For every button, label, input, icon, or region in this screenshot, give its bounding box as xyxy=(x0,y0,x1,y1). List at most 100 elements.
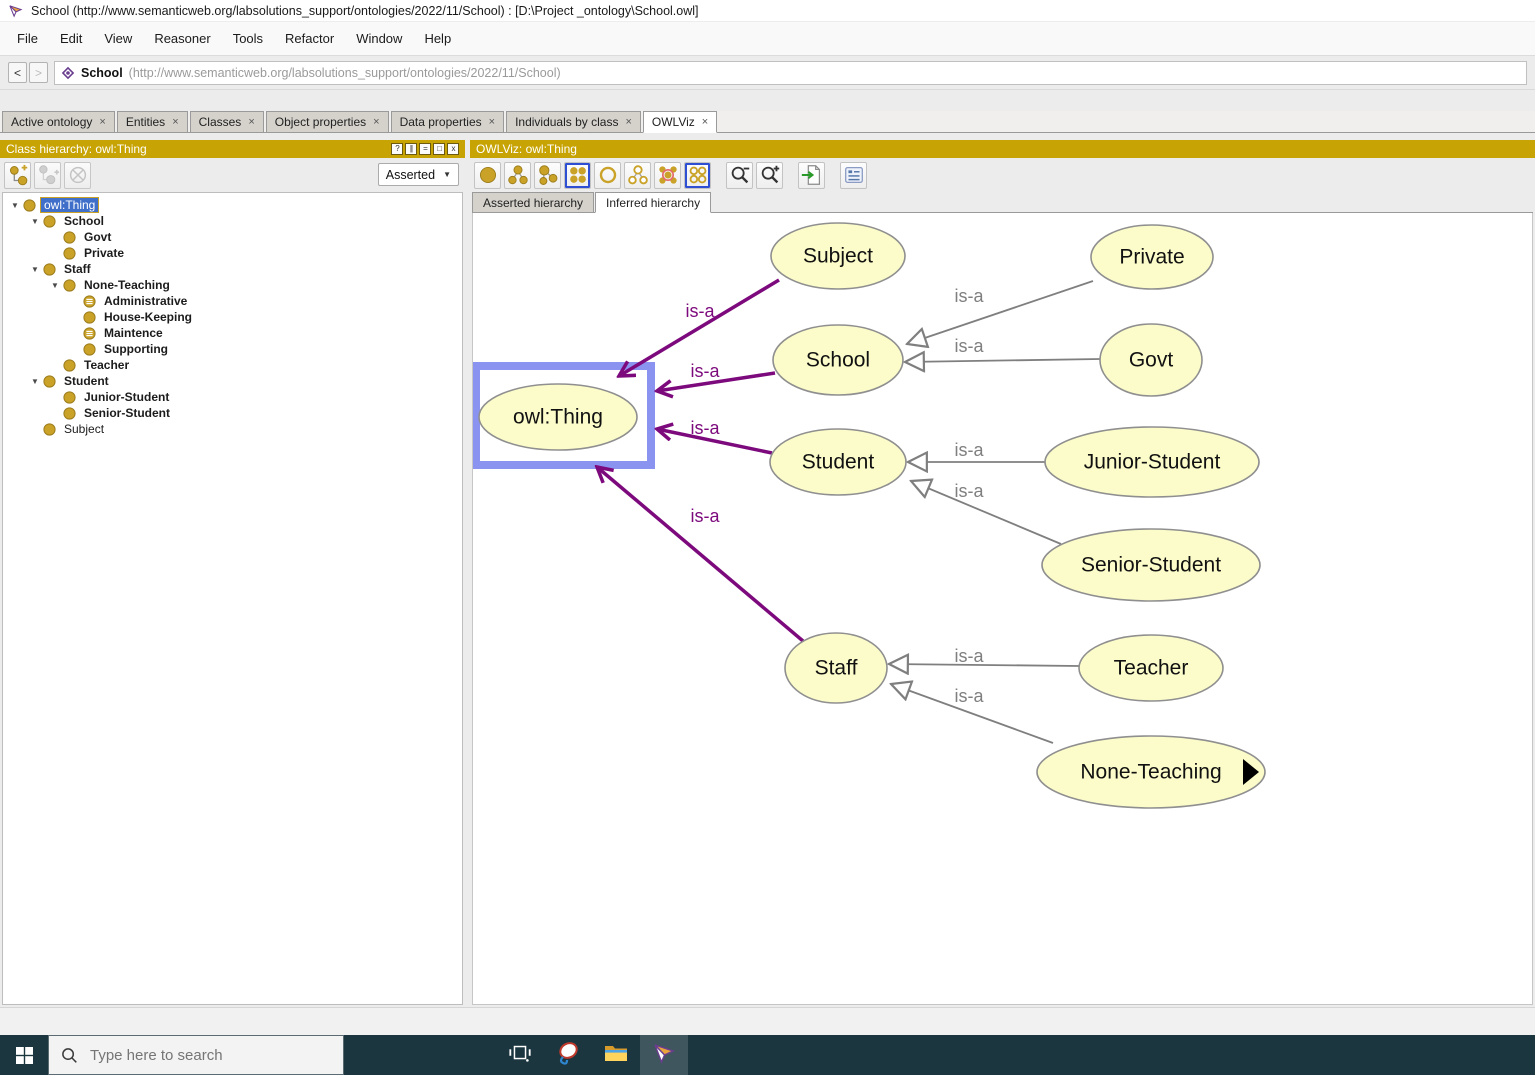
tree-item-maintence[interactable]: Maintence xyxy=(3,325,462,341)
file-explorer-button[interactable] xyxy=(592,1035,640,1075)
delete-class-button[interactable] xyxy=(64,161,91,189)
hide-class-descendants-button[interactable] xyxy=(654,161,681,189)
tree-item-junior-student[interactable]: Junior-Student xyxy=(3,389,462,405)
add-sibling-icon xyxy=(36,163,60,187)
tab-close-icon[interactable]: × xyxy=(702,117,708,128)
graph-node-govt[interactable]: Govt xyxy=(1099,323,1203,397)
menu-tools[interactable]: Tools xyxy=(222,31,274,46)
isa-edge xyxy=(911,481,1062,545)
ontology-address-field[interactable]: School (http://www.semanticweb.org/labso… xyxy=(54,60,1527,85)
expand-arrow-icon[interactable]: ▼ xyxy=(9,201,21,210)
panel-float-icon[interactable]: □ xyxy=(433,143,445,155)
tree-item-administrative[interactable]: Administrative xyxy=(3,293,462,309)
expand-arrow-icon[interactable]: ▼ xyxy=(29,265,41,274)
tab-close-icon[interactable]: × xyxy=(248,117,254,128)
taskbar-search-box[interactable] xyxy=(48,1035,344,1075)
tab-close-icon[interactable]: × xyxy=(489,117,495,128)
search-input[interactable] xyxy=(88,1045,331,1065)
tree-item-private[interactable]: Private xyxy=(3,245,462,261)
export-icon xyxy=(800,163,824,187)
tab-classes[interactable]: Classes × xyxy=(189,111,264,132)
show-subclasses-button[interactable] xyxy=(504,161,531,189)
edge-label: is-a xyxy=(954,686,984,706)
zoom-out-button[interactable] xyxy=(726,161,753,189)
add-subclass-button[interactable] xyxy=(4,161,31,189)
edge-label: is-a xyxy=(954,481,984,501)
subtab-asserted-hierarchy[interactable]: Asserted hierarchy xyxy=(472,192,595,212)
options-button[interactable] xyxy=(840,161,867,189)
expand-arrow-icon[interactable]: ▼ xyxy=(29,377,41,386)
graph-node-senior-student[interactable]: Senior-Student xyxy=(1041,528,1261,602)
forward-button[interactable]: > xyxy=(29,62,48,83)
show-all-classes-button[interactable] xyxy=(564,161,591,189)
hierarchy-view-dropdown[interactable]: Asserted ▼ xyxy=(377,163,459,186)
graph-node-school[interactable]: School xyxy=(772,324,904,396)
expand-arrow-icon[interactable]: ▼ xyxy=(29,217,41,226)
hide-all-classes-button[interactable] xyxy=(684,161,711,189)
graph-node-none-teaching[interactable]: None-Teaching xyxy=(1036,735,1266,809)
show-class-button[interactable] xyxy=(474,161,501,189)
tab-label: Individuals by class xyxy=(515,115,619,129)
graph-node-junior-student[interactable]: Junior-Student xyxy=(1044,426,1260,498)
task-view-button[interactable] xyxy=(496,1035,544,1075)
tree-item-school[interactable]: ▼ School xyxy=(3,213,462,229)
graph-node-student[interactable]: Student xyxy=(769,428,907,496)
panel-split-horizontally-icon[interactable]: = xyxy=(419,143,431,155)
tab-active-ontology[interactable]: Active ontology × xyxy=(2,111,115,132)
tab-close-icon[interactable]: × xyxy=(625,117,631,128)
graph-node-staff[interactable]: Staff xyxy=(784,632,888,704)
show-superclasses-button[interactable] xyxy=(534,161,561,189)
tree-item-teacher[interactable]: Teacher xyxy=(3,357,462,373)
start-button[interactable] xyxy=(0,1035,48,1075)
menu-edit[interactable]: Edit xyxy=(49,31,93,46)
menu-refactor[interactable]: Refactor xyxy=(274,31,345,46)
graph-node-teacher[interactable]: Teacher xyxy=(1078,634,1224,702)
tree-item-supporting[interactable]: Supporting xyxy=(3,341,462,357)
tab-entities[interactable]: Entities × xyxy=(116,111,188,132)
hide-class-button[interactable] xyxy=(594,161,621,189)
tree-item-label: School xyxy=(64,214,105,228)
zoom-in-button[interactable] xyxy=(756,161,783,189)
tab-close-icon[interactable]: × xyxy=(373,117,379,128)
panel-close-icon[interactable]: x xyxy=(447,143,459,155)
panel-help-icon[interactable]: ? xyxy=(391,143,403,155)
back-button[interactable]: < xyxy=(8,62,27,83)
round-app-button[interactable] xyxy=(544,1035,592,1075)
menu-window[interactable]: Window xyxy=(345,31,413,46)
tree-item-student[interactable]: ▼ Student xyxy=(3,373,462,389)
owlviz-canvas[interactable]: is-a is-a is-a is-a is-a is-a is-a is-a is-a is-a… xyxy=(472,213,1533,1005)
graph-node-owl-thing[interactable]: owl:Thing xyxy=(478,383,638,451)
graph-node-subject[interactable]: Subject xyxy=(770,222,906,290)
window-titlebar: School (http://www.semanticweb.org/labso… xyxy=(0,0,1535,22)
tab-close-icon[interactable]: × xyxy=(172,117,178,128)
ontology-uri: (http://www.semanticweb.org/labsolutions… xyxy=(128,65,561,80)
tab-object-properties[interactable]: Object properties × xyxy=(265,111,389,132)
tab-close-icon[interactable]: × xyxy=(99,117,105,128)
node-solid-icon xyxy=(476,163,500,187)
menu-file[interactable]: File xyxy=(6,31,49,46)
tree-item-subject[interactable]: Subject xyxy=(3,421,462,437)
hide-subclasses-button[interactable] xyxy=(624,161,651,189)
tree-item-none-teaching[interactable]: ▼ None-Teaching xyxy=(3,277,462,293)
delete-class-icon xyxy=(66,163,90,187)
tab-owlviz[interactable]: OWLViz × xyxy=(642,111,718,133)
menu-help[interactable]: Help xyxy=(413,31,462,46)
export-button[interactable] xyxy=(798,161,825,189)
tree-item-govt[interactable]: Govt xyxy=(3,229,462,245)
tree-item-owl-thing[interactable]: ▼ owl:Thing xyxy=(3,197,462,213)
graph-node-private[interactable]: Private xyxy=(1090,224,1214,290)
menu-reasoner[interactable]: Reasoner xyxy=(143,31,221,46)
tab-label: Data properties xyxy=(399,115,482,129)
subtab-inferred-hierarchy[interactable]: Inferred hierarchy xyxy=(595,192,712,213)
tab-data-properties[interactable]: Data properties × xyxy=(390,111,505,132)
menu-view[interactable]: View xyxy=(93,31,143,46)
panel-split-vertically-icon[interactable]: || xyxy=(405,143,417,155)
tree-item-staff[interactable]: ▼ Staff xyxy=(3,261,462,277)
add-sibling-class-button[interactable] xyxy=(34,161,61,189)
tab-individuals-by-class[interactable]: Individuals by class × xyxy=(506,111,641,132)
tree-item-senior-student[interactable]: Senior-Student xyxy=(3,405,462,421)
expand-arrow-icon[interactable]: ▼ xyxy=(49,281,61,290)
tree-item-label: Junior-Student xyxy=(84,390,170,404)
protege-taskbar-button[interactable] xyxy=(640,1035,688,1075)
tree-item-house-keeping[interactable]: House-Keeping xyxy=(3,309,462,325)
